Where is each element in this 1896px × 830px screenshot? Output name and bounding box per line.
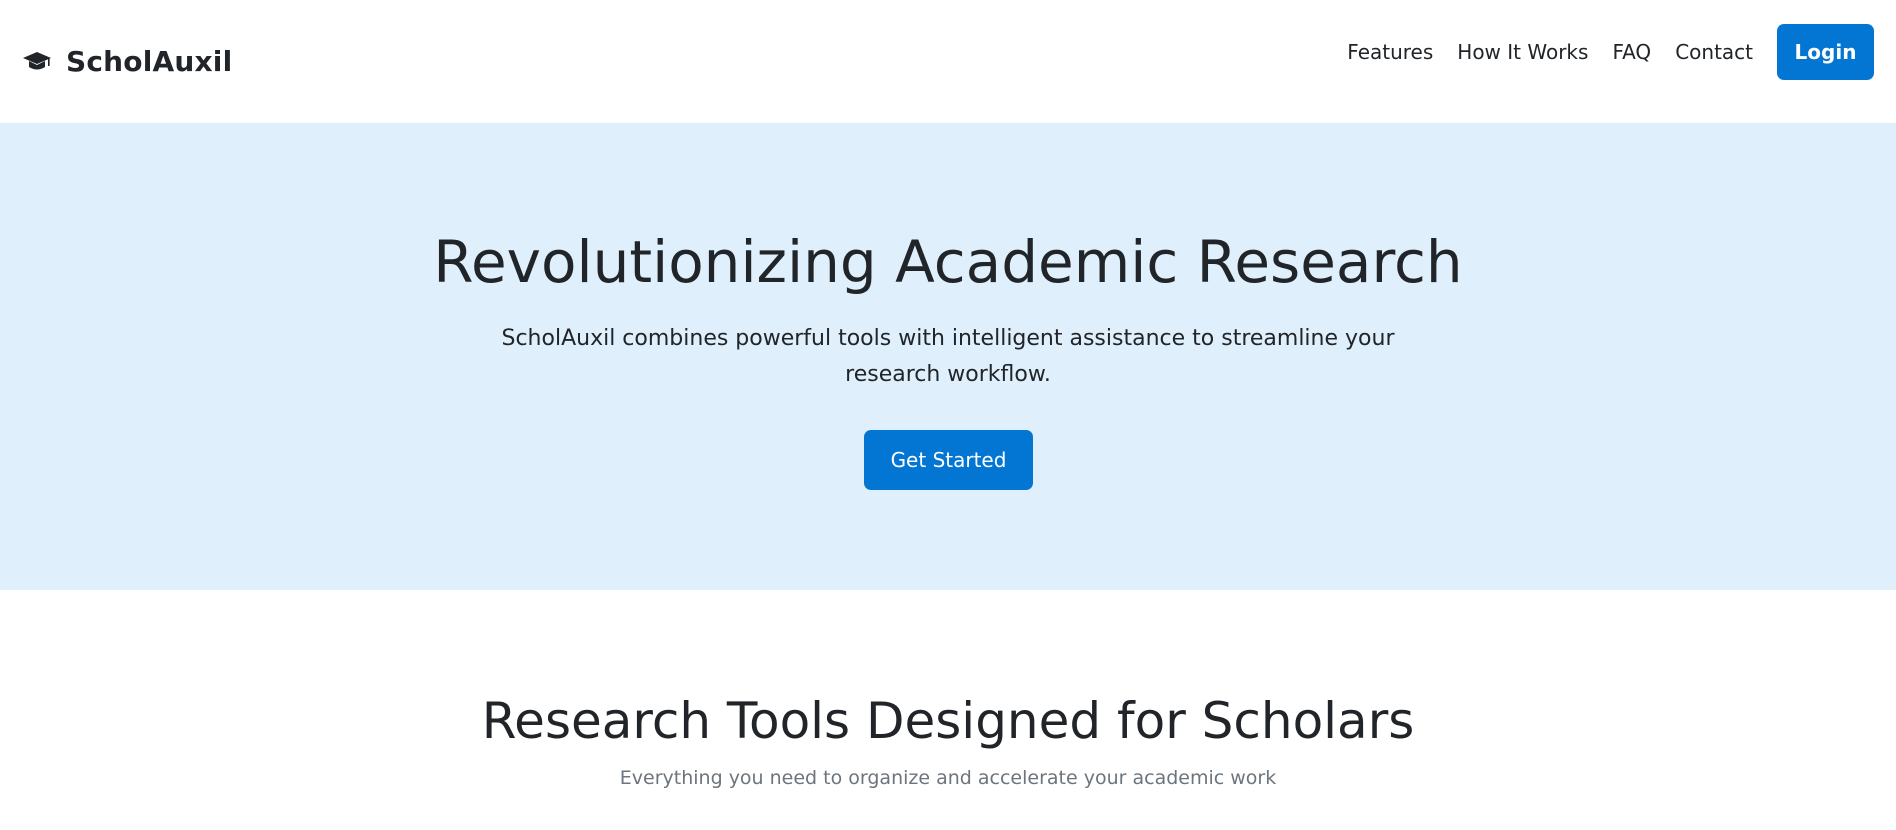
nav-link-contact[interactable]: Contact (1675, 22, 1753, 82)
brand-link[interactable]: ScholAuxil (22, 44, 232, 80)
features-subtitle: Everything you need to organize and acce… (619, 767, 1277, 789)
features-title: Research Tools Designed for Scholars (481, 692, 1415, 750)
navbar: ScholAuxil Features How It Works FAQ Con… (0, 0, 1896, 123)
nav-link-faq[interactable]: FAQ (1612, 22, 1651, 82)
hero-title: Revolutionizing Academic Research (433, 228, 1463, 296)
brand-name: ScholAuxil (66, 45, 233, 78)
nav-link-how-it-works[interactable]: How It Works (1457, 22, 1588, 82)
login-button[interactable]: Login (1777, 24, 1874, 80)
main-nav: Features How It Works FAQ Contact Login (1347, 22, 1874, 82)
hero-subtitle: ScholAuxil combines powerful tools with … (501, 326, 1395, 387)
hero-section: Revolutionizing Academic Research ScholA… (0, 123, 1896, 590)
graduation-cap-icon (22, 51, 52, 73)
nav-link-features[interactable]: Features (1347, 22, 1433, 82)
get-started-button[interactable]: Get Started (864, 430, 1033, 490)
features-section: Research Tools Designed for Scholars Eve… (0, 590, 1896, 830)
